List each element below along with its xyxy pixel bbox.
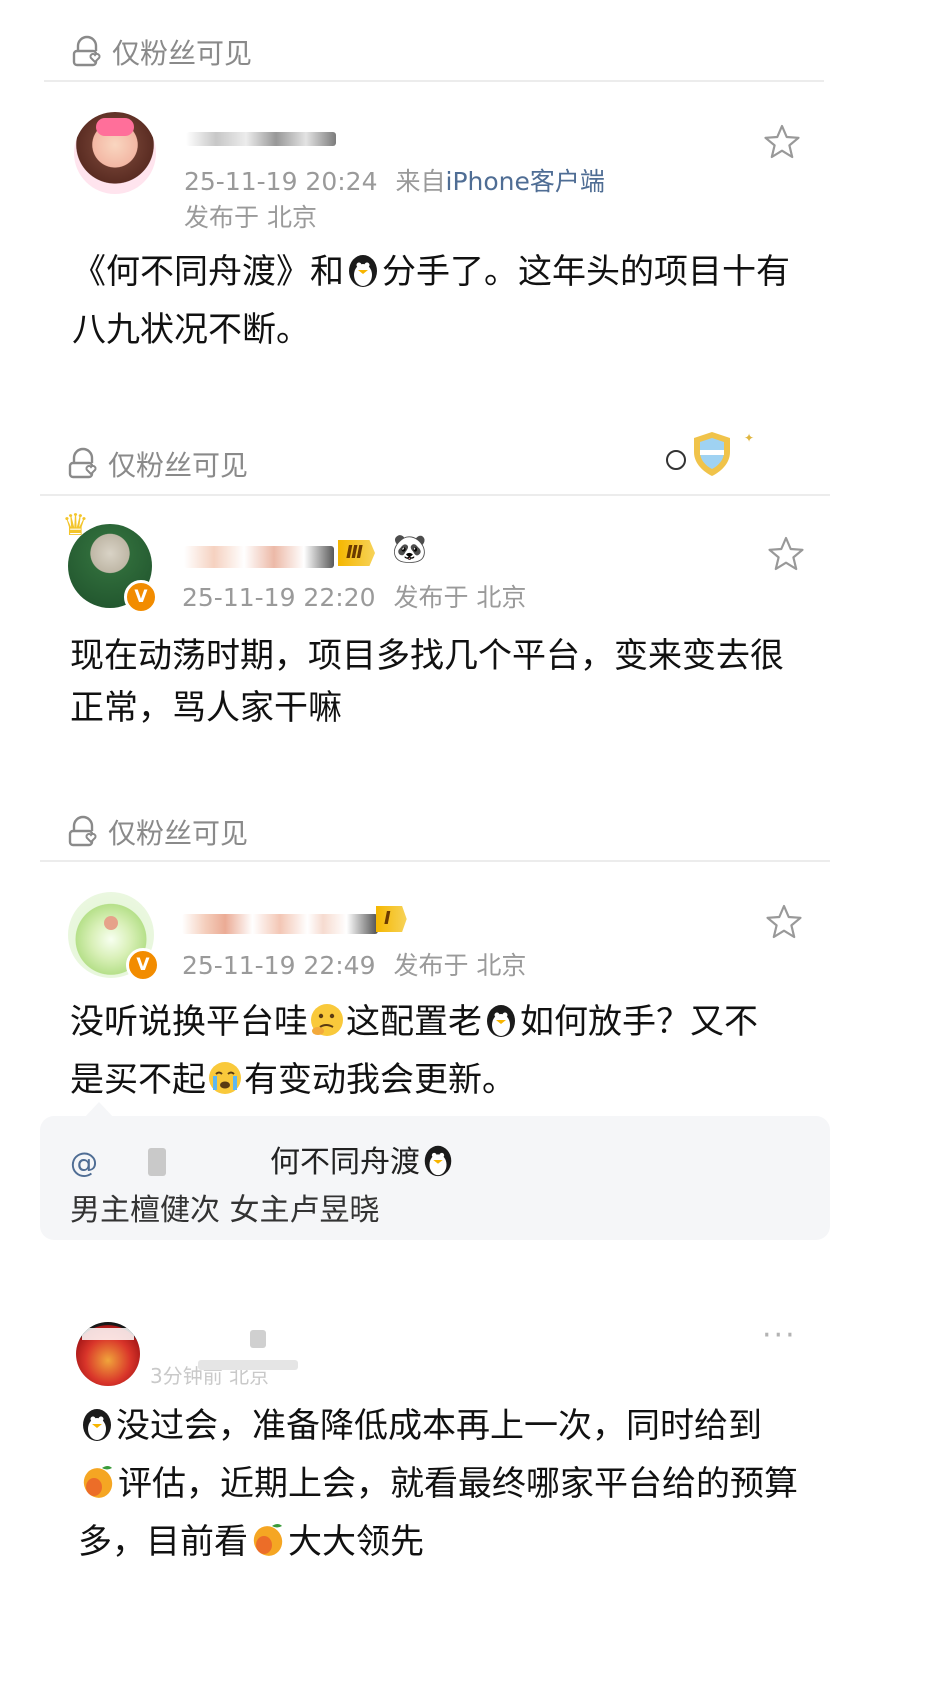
username-blurred[interactable] [186, 132, 336, 146]
username-blurred[interactable] [184, 546, 334, 568]
post-text: 没听说换平台哇 这配置老 如何放手？又不是买不起 有变动我会更新。 [70, 996, 790, 1112]
thinking-emoji [308, 1001, 346, 1054]
penguin-emoji [420, 1142, 456, 1192]
lock-heart-icon [68, 447, 97, 479]
mango-emoji [248, 1519, 288, 1574]
fans-only-label: 仅粉丝可见 [66, 444, 248, 484]
level-badge: Ⅲ [338, 540, 376, 566]
penguin-emoji [344, 251, 382, 304]
verified-badge: V [124, 580, 158, 614]
divider [40, 860, 830, 862]
star-icon[interactable] [766, 534, 806, 574]
lock-heart-icon [72, 35, 101, 67]
divider [40, 494, 830, 496]
username-blurred[interactable] [182, 914, 378, 934]
crying-emoji [206, 1059, 244, 1112]
avatar[interactable] [74, 112, 156, 194]
mention-icon: @ [70, 1146, 98, 1179]
star-icon[interactable] [764, 902, 804, 942]
username-blurred[interactable] [250, 1330, 266, 1348]
quote-pointer [84, 1102, 114, 1118]
lock-heart-icon [68, 815, 97, 847]
mention-user-blurred[interactable] [148, 1148, 166, 1176]
quoted-title: 何不同舟渡 [270, 1140, 456, 1192]
verified-badge: V [126, 948, 160, 982]
panda-emoji: 🐼 [392, 532, 427, 565]
meta-blur [198, 1360, 298, 1370]
post-location: 发布于 北京 [184, 203, 317, 232]
post-meta: 25-11-19 20:24 来自iPhone客户端 [184, 167, 605, 196]
post-text: 《何不同舟渡》和 分手了。这年头的项目十有八九状况不断。 [72, 251, 790, 350]
divider [44, 80, 824, 82]
quoted-text: 男主檀健次 女主卢昱晓 [70, 1193, 380, 1228]
source-client-link[interactable]: iPhone客户端 [446, 167, 605, 196]
fans-only-label: 仅粉丝可见 [66, 812, 248, 852]
fans-only-label: 仅粉丝可见 [70, 32, 252, 72]
svg-text:✦: ✦ [744, 431, 754, 445]
more-options-icon[interactable]: ··· [762, 1318, 797, 1353]
post-text: 现在动荡时期，项目多找几个平台，变来变去很正常，骂人家干嘛 [70, 636, 784, 728]
post-meta: 25-11-19 22:49 发布于 北京 [182, 951, 527, 980]
level-badge: I [376, 906, 407, 932]
post-meta: 25-11-19 22:20 发布于 北京 [182, 583, 527, 612]
mango-emoji [78, 1461, 118, 1516]
penguin-emoji [78, 1405, 116, 1458]
team-badge-icon: ✦ [666, 431, 754, 476]
penguin-emoji [482, 1001, 520, 1054]
avatar[interactable] [76, 1322, 140, 1386]
post-text: 没过会，准备降低成本再上一次，同时给到评估，近期上会，就看最终哪家平台给的预算多… [78, 1400, 798, 1574]
star-icon[interactable] [762, 122, 802, 162]
crown-icon: ♛ [62, 508, 89, 543]
